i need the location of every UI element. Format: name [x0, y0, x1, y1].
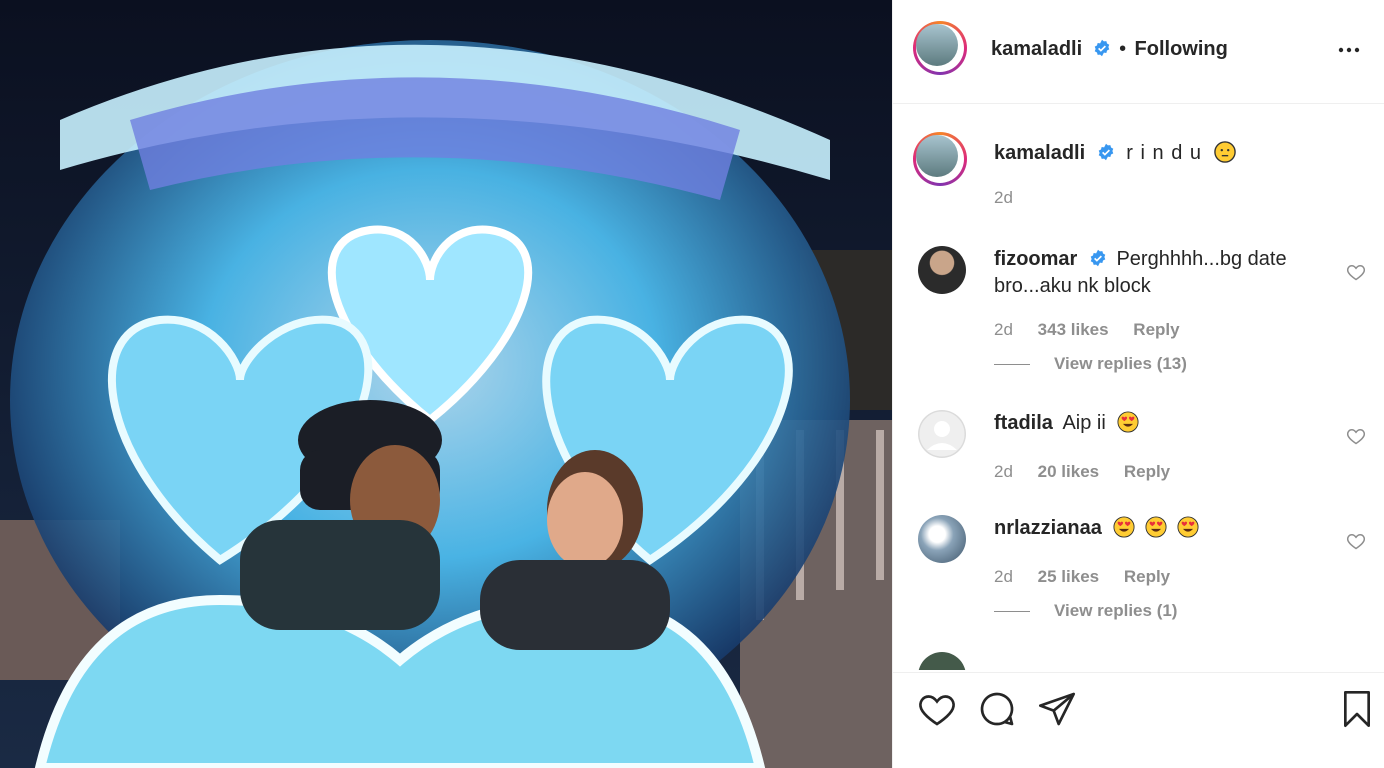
comments-list[interactable]: kamaladli r i n d u 2d fizoomar Perghhhh…	[893, 104, 1384, 670]
replies-line	[994, 364, 1030, 366]
replies-line	[994, 611, 1030, 613]
caption-username[interactable]: kamaladli	[994, 142, 1085, 164]
post-photo[interactable]	[0, 0, 892, 768]
comment-time: 2d	[994, 320, 1013, 339]
caption: kamaladli r i n d u 2d	[913, 132, 1358, 222]
comment-likes[interactable]: 25 likes	[1038, 567, 1099, 586]
comment-time: 2d	[994, 567, 1013, 586]
comment-username[interactable]: fizoomar	[994, 248, 1077, 270]
bookmark-icon[interactable]	[1337, 689, 1377, 729]
post-image	[0, 0, 892, 768]
heart-eyes-emoji	[1145, 516, 1167, 538]
comment-like-heart-icon[interactable]	[1346, 531, 1366, 551]
separator-dot: •	[1119, 38, 1127, 60]
post-header: kamaladli • Following	[893, 0, 1384, 104]
caption-time: 2d	[994, 188, 1013, 207]
comment-item: fizoomar Perghhhh...bg date bro...aku nk…	[918, 246, 1366, 386]
comment-likes[interactable]: 343 likes	[1038, 320, 1109, 339]
comment-icon[interactable]	[977, 689, 1017, 729]
action-bar	[893, 672, 1384, 768]
comment-item: nrlazzianaa 2d 25 likes Reply View repli…	[918, 515, 1366, 635]
caption-text: r i n d u	[1126, 142, 1202, 164]
comment-avatar[interactable]	[918, 246, 966, 294]
heart-eyes-emoji	[1117, 411, 1139, 433]
following-button[interactable]: Following	[1135, 38, 1228, 60]
post-side-panel: kamaladli • Following kamaladli r i n d …	[892, 0, 1384, 768]
author-line: kamaladli • Following	[991, 38, 1228, 61]
comment-item: ftadila Aip ii 2d 20 likes Reply	[918, 410, 1366, 490]
comment-username[interactable]: ftadila	[994, 412, 1053, 434]
comment-text: Aip ii	[1062, 412, 1106, 434]
view-replies-button[interactable]: View replies (13)	[994, 354, 1187, 374]
heart-eyes-emoji	[1176, 516, 1199, 538]
reply-button[interactable]: Reply	[1124, 462, 1170, 481]
reply-button[interactable]: Reply	[1133, 320, 1179, 339]
comment-username[interactable]: nrlazzianaa	[994, 517, 1102, 539]
verified-badge-icon	[1098, 143, 1114, 161]
comment-like-heart-icon[interactable]	[1346, 426, 1366, 446]
comment-likes[interactable]: 20 likes	[1038, 462, 1099, 481]
send-icon[interactable]	[1037, 689, 1077, 729]
view-replies-button[interactable]: View replies (1)	[994, 601, 1177, 621]
more-options-icon[interactable]	[1337, 38, 1361, 62]
default-avatar-icon	[918, 410, 966, 458]
comment-time: 2d	[994, 462, 1013, 481]
verified-badge-icon	[1090, 249, 1106, 267]
author-avatar[interactable]	[913, 21, 967, 75]
comment-avatar[interactable]	[918, 410, 966, 458]
heart-eyes-emoji	[1113, 516, 1135, 538]
comment-like-heart-icon[interactable]	[1346, 262, 1366, 282]
comment-item-partial	[918, 652, 1358, 670]
heart-icon[interactable]	[917, 689, 957, 729]
reply-button[interactable]: Reply	[1124, 567, 1170, 586]
verified-badge-icon	[1094, 39, 1109, 57]
caption-avatar[interactable]	[913, 132, 967, 186]
hushed-face-emoji	[1213, 141, 1236, 163]
comment-avatar[interactable]	[918, 652, 966, 670]
author-username[interactable]: kamaladli	[991, 38, 1082, 60]
view-replies-label: View replies (13)	[1054, 354, 1187, 373]
comment-avatar[interactable]	[918, 515, 966, 563]
view-replies-label: View replies (1)	[1054, 601, 1178, 620]
